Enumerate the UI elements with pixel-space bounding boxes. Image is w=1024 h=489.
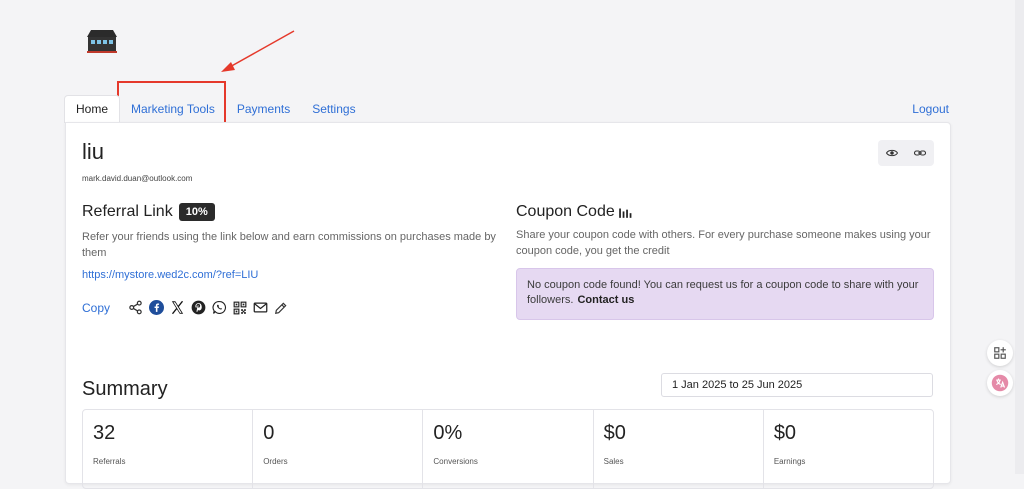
- contact-us-link[interactable]: Contact us: [577, 294, 634, 306]
- page-scrollbar[interactable]: [1015, 0, 1024, 474]
- stat-orders: 0 Orders: [253, 410, 424, 488]
- share-buttons: [128, 300, 288, 315]
- stat-label: Sales: [603, 457, 624, 466]
- logout-link[interactable]: Logout: [912, 102, 949, 116]
- stat-earnings: $0 Earnings: [764, 410, 933, 488]
- user-name: liu: [82, 139, 105, 164]
- link-icon[interactable]: [914, 147, 926, 159]
- referral-description: Refer your friends using the link below …: [82, 231, 496, 259]
- tab-settings[interactable]: Settings: [301, 96, 366, 123]
- store-logo: [87, 30, 117, 53]
- dashboard-card: liu mark.david.duan@outlook.com Referral…: [65, 122, 951, 489]
- bar-chart-icon[interactable]: [618, 205, 632, 219]
- coupon-heading: Coupon Code: [516, 203, 632, 221]
- share-icon[interactable]: [128, 300, 143, 315]
- edit-icon[interactable]: [274, 301, 288, 315]
- stat-value: $0: [603, 422, 626, 444]
- whatsapp-icon[interactable]: [212, 300, 227, 315]
- widget-grid-add-icon[interactable]: [987, 340, 1013, 366]
- eye-icon[interactable]: [886, 147, 898, 159]
- stat-label: Conversions: [433, 457, 478, 466]
- stat-label: Referrals: [93, 457, 126, 466]
- referral-link[interactable]: https://mystore.wed2c.com/?ref=LIU: [82, 269, 258, 281]
- stat-label: Earnings: [773, 457, 806, 466]
- main-nav-tabs: Home Marketing Tools Payments Settings: [64, 95, 367, 123]
- x-icon[interactable]: [170, 300, 185, 315]
- stat-sales: $0 Sales: [594, 410, 764, 488]
- stat-value: 0%: [433, 422, 463, 444]
- stat-value: 32: [93, 422, 116, 444]
- stat-label: Orders: [263, 457, 288, 466]
- commission-badge: 10%: [178, 203, 215, 221]
- referral-title: Referral Link: [82, 203, 173, 220]
- tab-home[interactable]: Home: [64, 95, 121, 123]
- date-range-picker[interactable]: 1 Jan 2025 to 25 Jun 2025: [661, 373, 933, 397]
- tab-payments[interactable]: Payments: [226, 96, 301, 123]
- stat-value: 0: [263, 422, 275, 444]
- summary-title: Summary: [82, 378, 168, 400]
- tab-marketing-tools[interactable]: Marketing Tools: [120, 96, 226, 123]
- coupon-description: Share your coupon code with others. For …: [516, 229, 931, 257]
- mail-icon[interactable]: [253, 300, 268, 315]
- qr-code-icon[interactable]: [233, 301, 247, 315]
- translate-icon[interactable]: [987, 370, 1013, 396]
- user-email: mark.david.duan@outlook.com: [82, 174, 193, 183]
- coupon-title: Coupon Code: [516, 203, 615, 220]
- stat-conversions: 0% Conversions: [423, 410, 594, 488]
- copy-link-button[interactable]: Copy: [82, 301, 110, 315]
- profile-actions: [878, 140, 934, 166]
- pinterest-icon[interactable]: [191, 300, 206, 315]
- referral-heading: Referral Link 10%: [82, 203, 215, 221]
- no-coupon-alert: No coupon code found! You can request us…: [516, 268, 934, 320]
- stat-value: $0: [773, 422, 797, 444]
- facebook-icon[interactable]: [149, 300, 164, 315]
- summary-stats: 32 Referrals 0 Orders 0% Conversions $0 …: [82, 409, 934, 489]
- stat-referrals: 32 Referrals: [83, 410, 254, 488]
